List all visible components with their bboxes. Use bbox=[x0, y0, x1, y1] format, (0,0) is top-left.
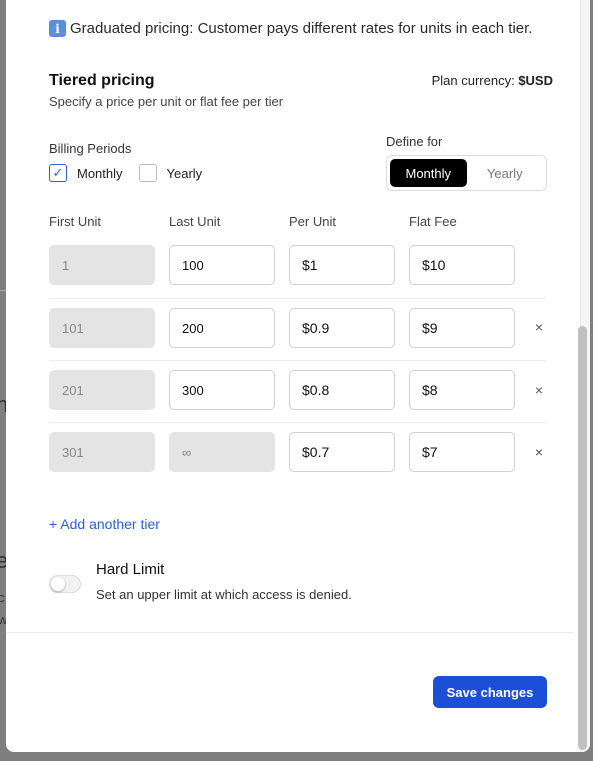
tier-row: 201 300 $0.8 $8 × bbox=[49, 360, 546, 422]
column-header-last-unit: Last Unit bbox=[169, 214, 221, 229]
yearly-checkbox[interactable] bbox=[138, 164, 157, 182]
hard-limit-toggle[interactable] bbox=[49, 575, 81, 593]
last-unit-input[interactable]: 100 bbox=[169, 245, 275, 285]
tier-row: 101 200 $0.9 $9 × bbox=[49, 298, 546, 360]
hard-limit-description: Set an upper limit at which access is de… bbox=[96, 587, 352, 602]
remove-tier-icon[interactable]: × bbox=[532, 444, 546, 460]
column-header-first-unit: First Unit bbox=[49, 214, 101, 229]
last-unit-field: ∞ bbox=[169, 432, 275, 472]
last-unit-input[interactable]: 300 bbox=[169, 370, 275, 410]
billing-periods-options: ✓ Monthly Yearly bbox=[49, 164, 218, 182]
first-unit-field: 1 bbox=[49, 245, 155, 285]
add-tier-button[interactable]: + Add another tier bbox=[49, 516, 160, 532]
currency-label: Plan currency: bbox=[431, 73, 515, 88]
flat-fee-input[interactable]: $8 bbox=[409, 370, 515, 410]
section-subtitle: Specify a price per unit or flat fee per… bbox=[49, 94, 284, 109]
plan-currency: Plan currency: $USD bbox=[432, 73, 553, 88]
per-unit-input[interactable]: $0.7 bbox=[289, 432, 395, 472]
hard-limit-title: Hard Limit bbox=[96, 561, 165, 578]
billing-periods-label: Billing Periods bbox=[49, 141, 132, 156]
section-title: Tiered pricing bbox=[49, 72, 155, 89]
flat-fee-input[interactable]: $7 bbox=[409, 432, 515, 472]
per-unit-input[interactable]: $0.9 bbox=[289, 308, 395, 348]
monthly-checkbox[interactable]: ✓ bbox=[49, 164, 67, 182]
first-unit-field: 201 bbox=[49, 370, 155, 410]
first-unit-field: 301 bbox=[49, 432, 155, 472]
currency-value: $USD bbox=[518, 73, 553, 88]
define-for-label: Define for bbox=[386, 134, 443, 149]
toggle-knob bbox=[51, 577, 65, 591]
background-text-fragment: c bbox=[0, 590, 5, 605]
define-for-monthly-button[interactable]: Monthly bbox=[390, 159, 467, 187]
flat-fee-input[interactable]: $9 bbox=[409, 308, 515, 348]
remove-tier-icon[interactable]: × bbox=[532, 382, 546, 398]
check-icon: ✓ bbox=[52, 165, 64, 180]
footer-divider bbox=[6, 632, 574, 633]
info-banner: i Graduated pricing: Customer pays diffe… bbox=[49, 20, 532, 37]
background-text-fragment: i bbox=[0, 255, 1, 270]
define-for-yearly-button[interactable]: Yearly bbox=[467, 159, 544, 187]
per-unit-input[interactable]: $1 bbox=[289, 245, 395, 285]
info-text: Graduated pricing: Customer pays differe… bbox=[70, 20, 533, 37]
column-header-flat-fee: Flat Fee bbox=[409, 214, 457, 229]
yearly-checkbox-label[interactable]: Yearly bbox=[167, 166, 203, 181]
tier-row: 301 ∞ $0.7 $7 × bbox=[49, 422, 546, 484]
pricing-modal: i Graduated pricing: Customer pays diffe… bbox=[6, 0, 590, 752]
save-changes-button[interactable]: Save changes bbox=[433, 676, 547, 708]
remove-tier-icon[interactable]: × bbox=[532, 319, 546, 335]
first-unit-field: 101 bbox=[49, 308, 155, 348]
info-icon: i bbox=[49, 20, 66, 37]
flat-fee-input[interactable]: $10 bbox=[409, 245, 515, 285]
define-for-toggle: Monthly Yearly bbox=[386, 155, 547, 191]
scrollbar-thumb[interactable] bbox=[578, 326, 587, 750]
monthly-checkbox-label[interactable]: Monthly bbox=[77, 166, 123, 181]
tier-row: 1 100 $1 $10 bbox=[49, 234, 546, 296]
per-unit-input[interactable]: $0.8 bbox=[289, 370, 395, 410]
column-header-per-unit: Per Unit bbox=[289, 214, 336, 229]
last-unit-input[interactable]: 200 bbox=[169, 308, 275, 348]
